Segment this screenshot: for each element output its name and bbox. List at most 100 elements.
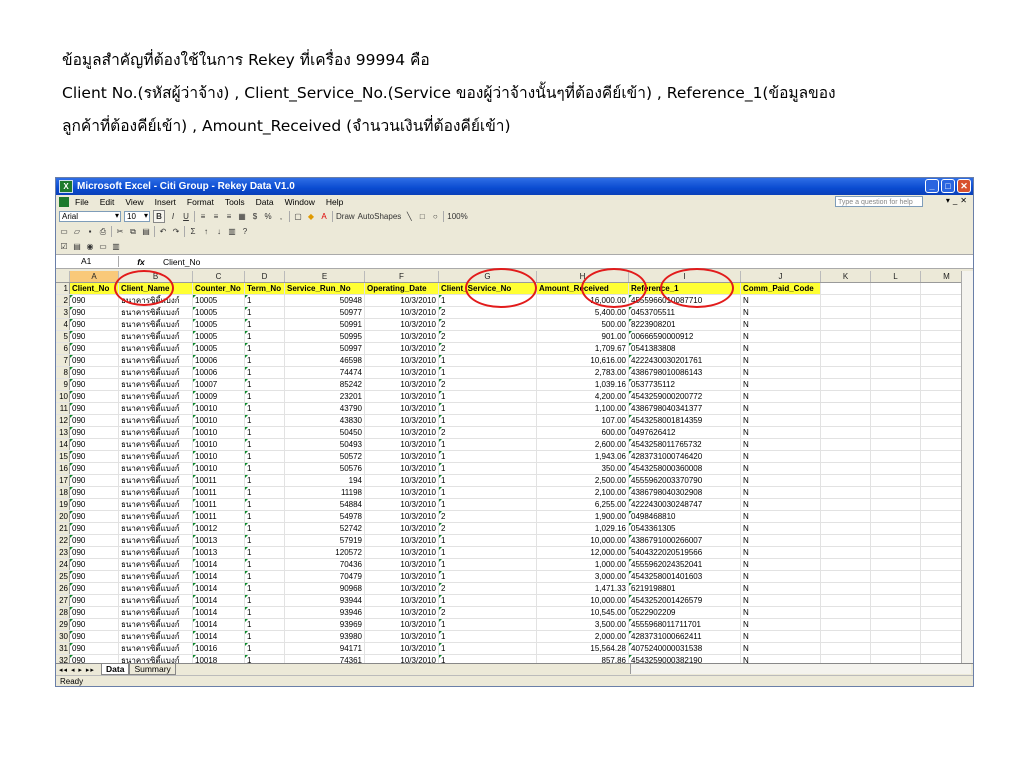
table-cell[interactable]: 1 [439,295,537,306]
header-cell[interactable]: Client_Service_No [439,283,537,294]
table-cell[interactable]: 1,039.16 [537,379,629,390]
table-cell[interactable]: 2 [439,427,537,438]
table-cell[interactable]: ธนาคารซิตี้แบงก์ [119,403,193,414]
table-cell[interactable] [821,391,871,402]
redo-icon[interactable]: ↷ [171,226,181,237]
percent-icon[interactable]: % [263,211,273,222]
table-cell[interactable]: ธนาคารซิตี้แบงก์ [119,607,193,618]
table-cell[interactable]: 1 [439,475,537,486]
table-cell[interactable]: 2,783.00 [537,367,629,378]
column-header-k[interactable]: K [821,271,871,282]
table-cell[interactable] [821,487,871,498]
table-cell[interactable] [821,307,871,318]
header-cell[interactable]: Client_No [70,283,119,294]
table-cell[interactable]: 1 [439,367,537,378]
table-cell[interactable]: 0543361305 [629,523,741,534]
table-cell[interactable]: 4543258011765732 [629,439,741,450]
row-number[interactable]: 25 [56,571,70,582]
table-cell[interactable]: 2 [439,523,537,534]
table-cell[interactable]: 6219198801 [629,583,741,594]
table-cell[interactable]: 1,471.33 [537,583,629,594]
table-cell[interactable]: 46598 [285,355,365,366]
table-cell[interactable]: 70479 [285,571,365,582]
table-cell[interactable] [821,319,871,330]
header-cell[interactable]: Operating_Date [365,283,439,294]
table-cell[interactable]: 090 [70,547,119,558]
table-cell[interactable]: 1 [245,403,285,414]
table-cell[interactable]: 090 [70,451,119,462]
table-cell[interactable]: 1 [439,559,537,570]
name-box[interactable]: A1 [59,256,119,267]
table-cell[interactable]: 10012 [193,523,245,534]
table-cell[interactable]: 090 [70,307,119,318]
table-cell[interactable]: 93969 [285,619,365,630]
table-cell[interactable]: 1 [245,439,285,450]
table-cell[interactable]: 10/3/2010 [365,619,439,630]
table-cell[interactable]: 10/3/2010 [365,439,439,450]
sheet-tab-summary[interactable]: Summary [129,664,176,675]
table-cell[interactable]: 90968 [285,583,365,594]
fx-icon[interactable]: fx [119,257,163,267]
header-cell[interactable]: Reference_1 [629,283,741,294]
table-cell[interactable]: 2 [439,331,537,342]
table-cell[interactable]: 10/3/2010 [365,307,439,318]
table-cell[interactable]: 43830 [285,415,365,426]
table-cell[interactable] [871,619,921,630]
table-cell[interactable]: 4,200.00 [537,391,629,402]
table-cell[interactable]: ธนาคารซิตี้แบงก์ [119,619,193,630]
minimize-button[interactable]: _ [925,179,939,193]
table-cell[interactable]: N [741,343,821,354]
table-cell[interactable]: 10010 [193,415,245,426]
table-cell[interactable]: 43790 [285,403,365,414]
row-number[interactable]: 24 [56,559,70,570]
table-cell[interactable]: 1,900.00 [537,511,629,522]
table-cell[interactable]: 2,600.00 [537,439,629,450]
table-cell[interactable]: 090 [70,535,119,546]
table-cell[interactable]: 090 [70,499,119,510]
table-cell[interactable]: 4555968011711701 [629,619,741,630]
table-cell[interactable]: ธนาคารซิตี้แบงก์ [119,595,193,606]
table-cell[interactable]: 2,100.00 [537,487,629,498]
table-cell[interactable]: 1 [245,631,285,642]
table-cell[interactable]: 1 [439,355,537,366]
table-cell[interactable]: 4555966010087710 [629,295,741,306]
table-cell[interactable] [821,475,871,486]
table-cell[interactable]: 10013 [193,547,245,558]
table-cell[interactable]: 600.00 [537,427,629,438]
table-cell[interactable]: N [741,619,821,630]
column-header-f[interactable]: F [365,271,439,282]
table-cell[interactable]: ธนาคารซิตี้แบงก์ [119,367,193,378]
table-cell[interactable]: 10/3/2010 [365,355,439,366]
column-header-l[interactable]: L [871,271,921,282]
table-cell[interactable]: N [741,631,821,642]
menu-help[interactable]: Help [326,197,343,207]
row-number[interactable]: 19 [56,499,70,510]
table-cell[interactable]: ธนาคารซิตี้แบงก์ [119,331,193,342]
text-box-icon[interactable]: ▭ [98,241,108,252]
table-cell[interactable]: 10014 [193,619,245,630]
row-number[interactable]: 3 [56,307,70,318]
table-cell[interactable]: N [741,379,821,390]
table-cell[interactable] [871,571,921,582]
table-cell[interactable]: ธนาคารซิตี้แบงก์ [119,439,193,450]
table-cell[interactable]: 94171 [285,643,365,654]
print-icon[interactable]: ⎙ [98,226,108,237]
table-cell[interactable]: 10/3/2010 [365,595,439,606]
menu-format[interactable]: Format [187,197,214,207]
row-number[interactable]: 9 [56,379,70,390]
table-cell[interactable]: ธนาคารซิตี้แบงก์ [119,643,193,654]
font-color-icon[interactable]: A [319,211,329,222]
table-cell[interactable]: 10014 [193,595,245,606]
table-cell[interactable] [871,595,921,606]
table-cell[interactable]: N [741,559,821,570]
row-number[interactable]: 4 [56,319,70,330]
table-cell[interactable]: 2 [439,511,537,522]
rectangle-icon[interactable]: □ [417,211,427,222]
table-cell[interactable]: 1 [245,619,285,630]
table-cell[interactable]: 70436 [285,559,365,570]
table-cell[interactable]: 10,000.00 [537,595,629,606]
table-cell[interactable]: 4543259000200772 [629,391,741,402]
table-cell[interactable]: 2 [439,319,537,330]
help-icon[interactable]: ? [240,226,250,237]
table-cell[interactable] [871,523,921,534]
